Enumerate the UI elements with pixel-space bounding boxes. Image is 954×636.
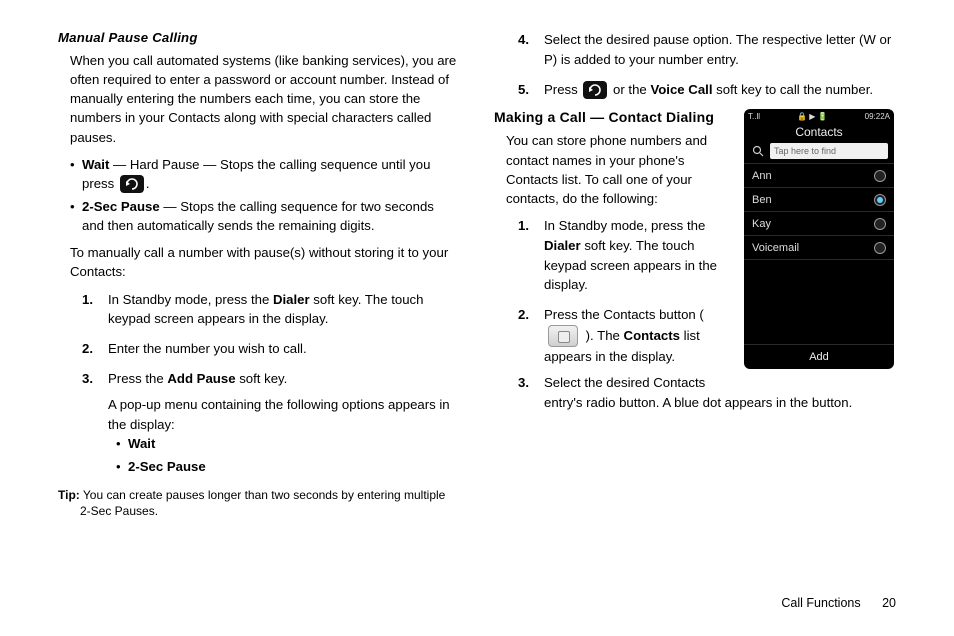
contact-dialing-block: T..ll 🔒 ▶ 🔋 09:22A Contacts Tap here to … xyxy=(494,109,894,376)
footer-section: Call Functions xyxy=(781,596,860,610)
send-icon xyxy=(120,175,144,193)
popup-options: Wait 2-Sec Pause xyxy=(116,434,458,476)
step-number: 3. xyxy=(518,373,529,393)
contact-row[interactable]: Ann xyxy=(744,163,894,187)
step-bold: Add Pause xyxy=(167,371,235,386)
contact-row[interactable]: Ben xyxy=(744,187,894,211)
opt-label: 2-Sec Pause xyxy=(128,459,206,474)
contact-dialing-steps: 1. In Standby mode, press the Dialer sof… xyxy=(518,216,894,367)
step-number: 4. xyxy=(518,30,529,50)
step-4: 4. Select the desired pause option. The … xyxy=(518,30,894,70)
step-number: 2. xyxy=(518,305,529,325)
step-text-pre: In Standby mode, press the xyxy=(544,218,705,233)
contacts-button-icon xyxy=(548,325,578,347)
step-text-pre: Press xyxy=(544,82,581,97)
search-icon[interactable] xyxy=(750,143,766,159)
pause-name: Wait xyxy=(82,157,109,172)
step-bold: Voice Call xyxy=(650,82,712,97)
step-text-pre: In Standby mode, press the xyxy=(108,292,273,307)
step-2: 2. Enter the number you wish to call. xyxy=(82,339,458,359)
popup-option-wait: Wait xyxy=(116,434,458,453)
status-time: 09:22A xyxy=(865,112,890,121)
step-bold: Dialer xyxy=(544,238,581,253)
step-text-mid: or the xyxy=(609,82,650,97)
step-number: 1. xyxy=(518,216,529,236)
step-number: 2. xyxy=(82,339,93,359)
cd-step-1: 1. In Standby mode, press the Dialer sof… xyxy=(518,216,894,295)
status-icons: 🔒 ▶ 🔋 xyxy=(797,112,828,121)
pause-name: 2-Sec Pause xyxy=(82,199,160,214)
phone-title: Contacts xyxy=(744,123,894,143)
step-text-post: soft key to call the number. xyxy=(713,82,874,97)
send-icon xyxy=(583,81,607,99)
cd-step-3: 3. Select the desired Contacts entry's r… xyxy=(518,373,894,413)
manual-call-lead: To manually call a number with pause(s) … xyxy=(70,243,458,281)
step-subtext: A pop-up menu containing the following o… xyxy=(108,395,458,435)
step-text-pre: Press the Contacts button ( xyxy=(544,307,704,322)
continued-steps: 4. Select the desired pause option. The … xyxy=(518,30,894,99)
right-column: 4. Select the desired pause option. The … xyxy=(494,30,894,519)
step-number: 3. xyxy=(82,369,93,389)
left-column: Manual Pause Calling When you call autom… xyxy=(58,30,458,519)
phone-status-bar: T..ll 🔒 ▶ 🔋 09:22A xyxy=(744,109,894,123)
step-text: Enter the number you wish to call. xyxy=(108,341,307,356)
tip-text: You can create pauses longer than two se… xyxy=(80,488,446,518)
tip-note: Tip: You can create pauses longer than t… xyxy=(58,487,458,519)
step-text-pre: Press the xyxy=(108,371,167,386)
heading-manual-pause-calling: Manual Pause Calling xyxy=(58,30,458,45)
pause-desc-after: . xyxy=(146,176,150,191)
footer-page-number: 20 xyxy=(882,596,896,610)
search-input[interactable]: Tap here to find xyxy=(770,143,888,159)
contact-name: Ann xyxy=(752,170,772,182)
step-bold: Contacts xyxy=(624,328,680,343)
step-text: Select the desired pause option. The res… xyxy=(544,32,891,67)
phone-search-row: Tap here to find xyxy=(750,143,888,159)
step-number: 1. xyxy=(82,290,93,310)
contact-name: Ben xyxy=(752,194,772,206)
opt-label: Wait xyxy=(128,436,155,451)
tip-label: Tip: xyxy=(58,488,80,502)
intro-paragraph: When you call automated systems (like ba… xyxy=(70,51,458,147)
step-5: 5. Press or the Voice Call soft key to c… xyxy=(518,80,894,100)
step-text-post: ). The xyxy=(582,328,624,343)
popup-option-2sec: 2-Sec Pause xyxy=(116,457,458,476)
step-bold: Dialer xyxy=(273,292,310,307)
pause-types-list: Wait — Hard Pause — Stops the calling se… xyxy=(70,155,458,236)
step-number: 5. xyxy=(518,80,529,100)
step-text-post: soft key. xyxy=(236,371,288,386)
radio-button-selected[interactable] xyxy=(874,194,886,206)
pause-wait: Wait — Hard Pause — Stops the calling se… xyxy=(70,155,458,193)
manual-call-steps: 1. In Standby mode, press the Dialer sof… xyxy=(82,290,458,477)
radio-button[interactable] xyxy=(874,170,886,182)
cd-step-2: 2. Press the Contacts button ( ). The Co… xyxy=(518,305,894,367)
status-signal: T..ll xyxy=(748,112,760,121)
step-3: 3. Press the Add Pause soft key. A pop-u… xyxy=(82,369,458,477)
step-1: 1. In Standby mode, press the Dialer sof… xyxy=(82,290,458,330)
pause-2sec: 2-Sec Pause — Stops the calling sequence… xyxy=(70,197,458,235)
contact-dialing-steps-cont: 3. Select the desired Contacts entry's r… xyxy=(518,373,894,413)
page-footer: Call Functions 20 xyxy=(781,596,896,610)
step-text: Select the desired Contacts entry's radi… xyxy=(544,375,852,410)
